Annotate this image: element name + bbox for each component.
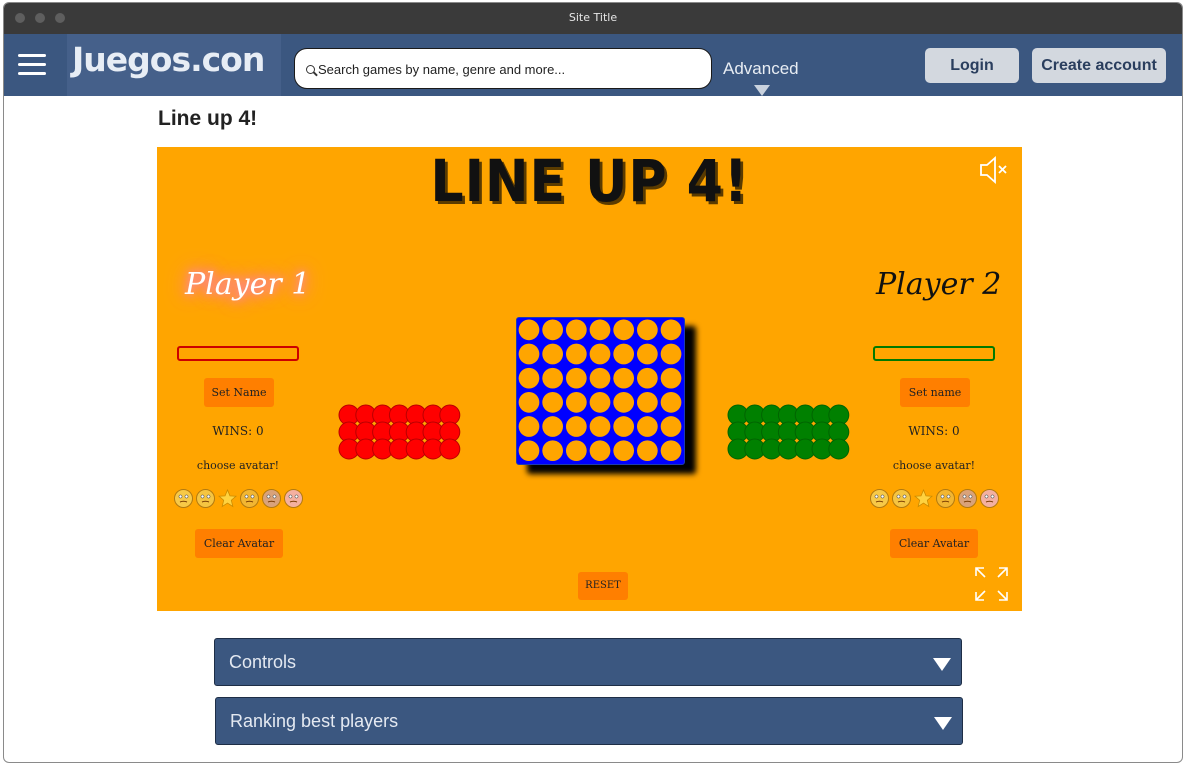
board-slot[interactable] (613, 440, 635, 462)
thinking-face-icon[interactable] (936, 489, 955, 508)
board-slot[interactable] (565, 440, 587, 462)
board-slot[interactable] (565, 343, 587, 365)
board-slot[interactable] (589, 416, 611, 437)
window-title: Site Title (568, 11, 618, 24)
player2-name-input[interactable] (873, 346, 995, 361)
hamburger-menu-icon[interactable] (18, 54, 46, 76)
star-icon[interactable] (913, 488, 934, 508)
board-slot[interactable] (565, 319, 587, 341)
search-input[interactable] (318, 59, 698, 79)
advanced-dropdown-arrow-icon[interactable] (754, 85, 770, 96)
site-navbar: Juegos.con Advanced Login Create account (4, 34, 1182, 96)
player1-name: Player 1 (185, 267, 311, 302)
search-box[interactable] (294, 48, 712, 89)
thinking-face-icon[interactable] (240, 489, 259, 508)
login-button[interactable]: Login (925, 48, 1019, 83)
create-account-button[interactable]: Create account (1032, 48, 1166, 83)
board-slot[interactable] (637, 367, 658, 389)
board-slot[interactable] (518, 440, 540, 462)
player2-name: Player 2 (876, 267, 1002, 302)
search-icon (306, 65, 315, 74)
chevron-down-icon (934, 717, 952, 730)
rolling-eyes-face-icon[interactable] (174, 489, 193, 508)
board-slot[interactable] (637, 391, 658, 413)
player2-wins: WINS: 0 (908, 424, 960, 438)
board-slot[interactable] (660, 343, 682, 365)
board-slot[interactable] (542, 319, 564, 341)
board-slot[interactable] (637, 343, 658, 365)
board-slot[interactable] (613, 343, 635, 365)
old-man-icon[interactable] (958, 489, 977, 508)
board-slot[interactable] (660, 440, 682, 462)
player2-clear-avatar-button[interactable]: Clear Avatar (890, 529, 978, 558)
player2-pieces (727, 404, 850, 460)
fullscreen-icon[interactable] (973, 565, 1010, 603)
advanced-search-link[interactable]: Advanced (723, 59, 799, 79)
player2-avatar-picker (870, 488, 1004, 511)
player1-clear-avatar-button[interactable]: Clear Avatar (195, 529, 283, 558)
woozy-face-icon[interactable] (196, 489, 215, 508)
site-logo[interactable]: Juegos.con (72, 40, 265, 79)
woozy-face-icon[interactable] (892, 489, 911, 508)
board-slot[interactable] (518, 343, 540, 365)
controls-accordion-label: Controls (229, 652, 297, 672)
board-slot[interactable] (637, 440, 658, 462)
board-slot[interactable] (589, 319, 611, 341)
player2-choose-avatar-label: choose avatar! (892, 459, 976, 472)
board-slot[interactable] (637, 319, 658, 341)
game-piece (439, 438, 461, 460)
mute-icon[interactable] (977, 153, 1013, 187)
board-slot[interactable] (518, 367, 540, 389)
board-slot[interactable] (518, 391, 540, 413)
board-slot[interactable] (542, 440, 564, 462)
game-board[interactable] (516, 317, 685, 465)
board-slot[interactable] (542, 416, 564, 437)
site-logo-container[interactable]: Juegos.con (67, 34, 281, 96)
page-title: Line up 4! (158, 107, 258, 130)
controls-accordion[interactable]: Controls (214, 638, 962, 686)
ranking-accordion[interactable]: Ranking best players (215, 697, 963, 745)
board-slot[interactable] (542, 391, 564, 413)
board-slot[interactable] (518, 416, 540, 437)
board-slot[interactable] (589, 391, 611, 413)
player2-set-name-button[interactable]: Set name (900, 378, 970, 407)
board-slot[interactable] (565, 391, 587, 413)
old-man-icon[interactable] (262, 489, 281, 508)
board-slot[interactable] (660, 391, 682, 413)
player1-avatar-picker (174, 488, 308, 511)
player1-pieces (338, 404, 461, 460)
player1-wins: WINS: 0 (212, 424, 264, 438)
board-slot[interactable] (565, 416, 587, 437)
ranking-accordion-label: Ranking best players (230, 711, 399, 731)
star-icon[interactable] (217, 488, 238, 508)
board-slot[interactable] (613, 391, 635, 413)
weary-face-icon[interactable] (980, 489, 999, 508)
board-slot[interactable] (637, 416, 658, 437)
board-slot[interactable] (565, 367, 587, 389)
board-slot[interactable] (613, 367, 635, 389)
player1-choose-avatar-label: choose avatar! (196, 459, 280, 472)
board-slot[interactable] (542, 343, 564, 365)
game-title: LINE UP 4! (430, 147, 749, 215)
game-canvas[interactable]: LINE UP 4! Player 1 Set Name WINS: 0 cho… (157, 147, 1022, 611)
game-piece (828, 438, 850, 460)
weary-face-icon[interactable] (284, 489, 303, 508)
board-slot[interactable] (589, 343, 611, 365)
browser-window: Site Title Juegos.con Advanced Login Cre… (3, 2, 1183, 763)
rolling-eyes-face-icon[interactable] (870, 489, 889, 508)
board-slot[interactable] (660, 367, 682, 389)
board-slot[interactable] (613, 319, 635, 341)
player1-set-name-button[interactable]: Set Name (204, 378, 274, 407)
player1-name-input[interactable] (177, 346, 299, 361)
chevron-down-icon (933, 658, 951, 671)
board-slot[interactable] (589, 367, 611, 389)
board-slot[interactable] (613, 416, 635, 437)
reset-button[interactable]: RESET (578, 572, 628, 600)
board-slot[interactable] (542, 367, 564, 389)
window-titlebar: Site Title (4, 3, 1182, 34)
board-slot[interactable] (518, 319, 540, 341)
board-slot[interactable] (660, 319, 682, 341)
board-slot[interactable] (660, 416, 682, 437)
board-slot[interactable] (589, 440, 611, 462)
